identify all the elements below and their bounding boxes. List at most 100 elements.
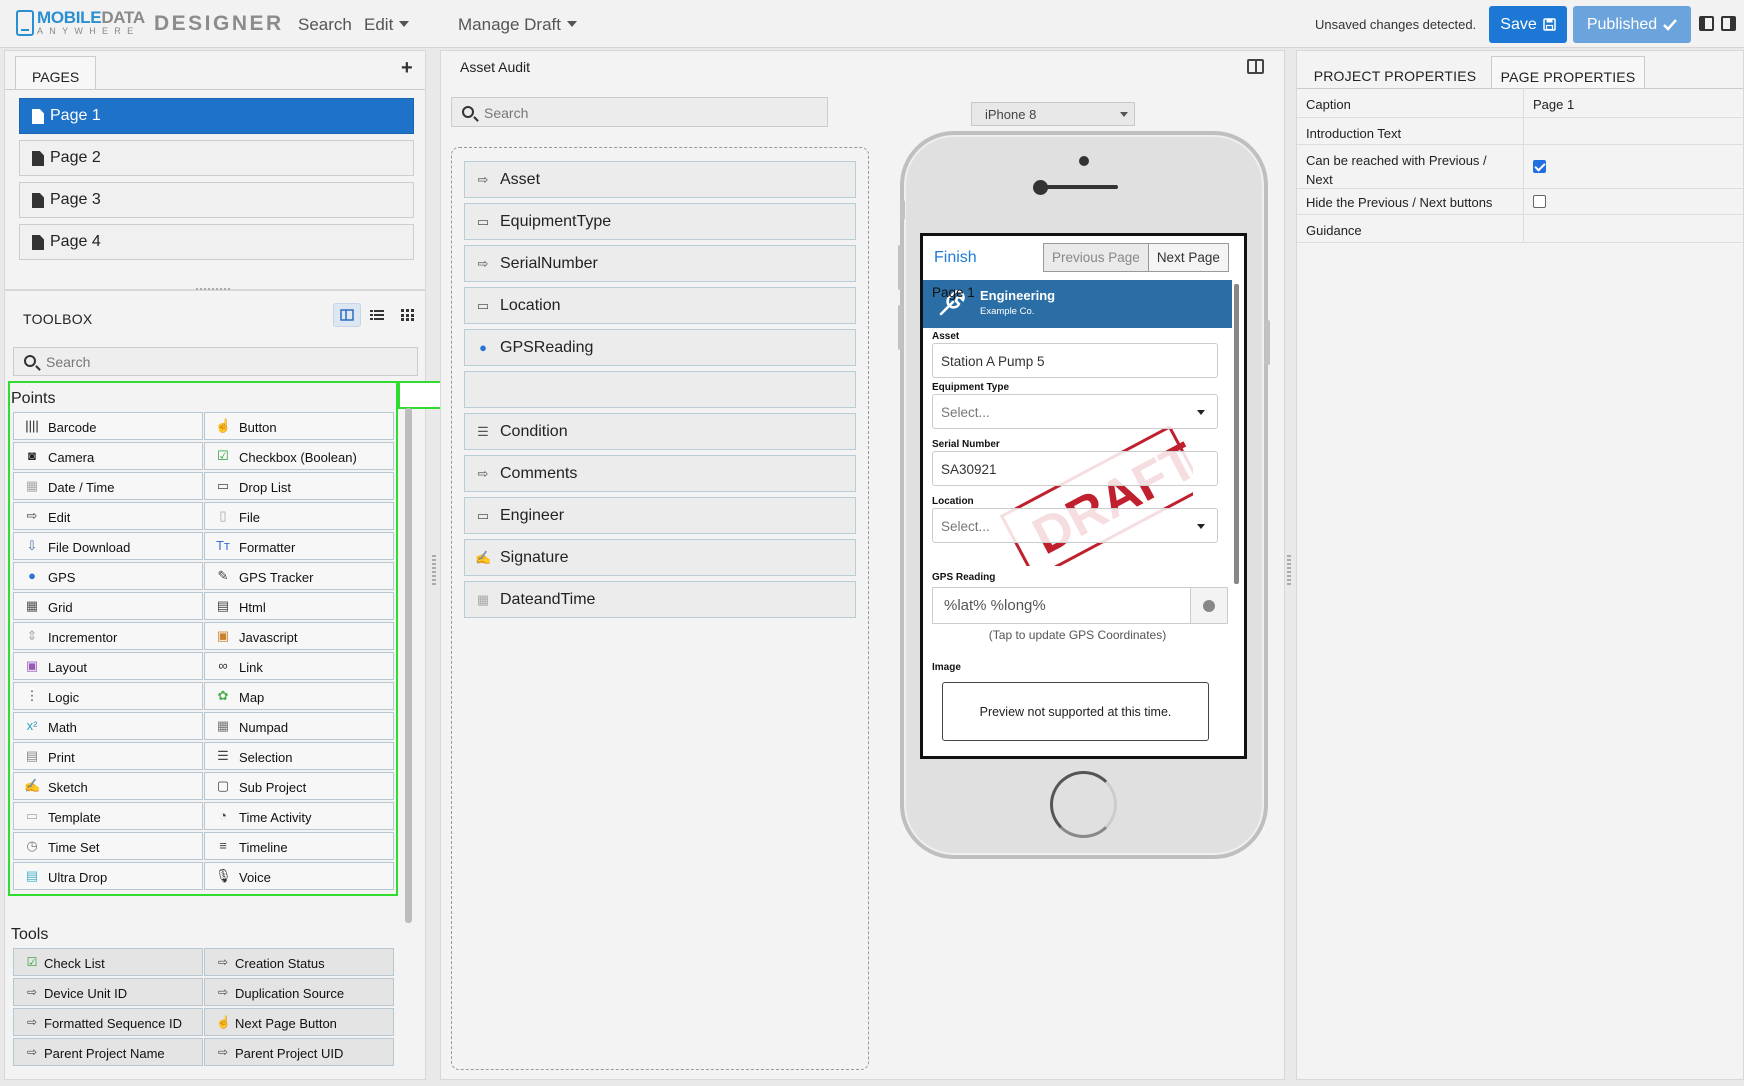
field-item-location[interactable]: ▭ Location <box>464 287 856 324</box>
tab-divider <box>5 89 425 90</box>
field-item-comments[interactable]: ⇨ Comments <box>464 455 856 492</box>
location-select[interactable]: Select... <box>932 508 1218 543</box>
split-view-button[interactable] <box>333 303 361 327</box>
tools-group-title: Tools <box>11 926 49 943</box>
nav-search[interactable]: Search <box>298 15 352 35</box>
field-item-label: EquipmentType <box>500 213 612 230</box>
intro-text-value[interactable] <box>1533 126 1733 142</box>
split-view-icon[interactable] <box>1247 59 1264 74</box>
tool-item-duplication-source[interactable]: ⇨ Duplication Source <box>204 978 394 1006</box>
phone-sensor <box>1033 180 1048 195</box>
field-item-gpsreading[interactable]: ● GPSReading <box>464 329 856 366</box>
tool-item-formatted-sequence-id[interactable]: ⇨ Formatted Sequence ID <box>13 1008 203 1036</box>
tool-item-label: Creation Status <box>235 956 325 971</box>
list-icon <box>370 310 384 320</box>
field-item-label: Location <box>500 297 561 314</box>
screen-scrollbar[interactable] <box>1234 284 1239 584</box>
page-item-2[interactable]: Page 2 <box>19 140 414 176</box>
right-sidebar-toggle-icon[interactable] <box>1721 16 1736 31</box>
gps-reading-field[interactable]: %lat% %long% <box>932 587 1191 624</box>
globe-icon[interactable] <box>1190 587 1228 624</box>
tab-pages[interactable]: PAGES <box>15 56 96 89</box>
page-navigation: Previous Page Next Page <box>1043 243 1229 272</box>
field-item-label: Engineer <box>500 507 565 524</box>
document-icon <box>32 109 44 124</box>
phone-power-button <box>1265 320 1270 365</box>
banner-subtitle: Example Co. <box>980 306 1035 317</box>
list-view-button[interactable] <box>363 303 391 327</box>
toolbox-search-input[interactable] <box>46 352 406 372</box>
field-item-image[interactable] <box>464 371 856 408</box>
image-label: Image <box>932 662 961 673</box>
nav-edit-menu[interactable]: Edit <box>364 15 410 35</box>
document-icon <box>32 193 44 208</box>
field-item-label: DateandTime <box>500 591 596 608</box>
project-title: Asset Audit <box>460 59 531 75</box>
equipment-type-label: Equipment Type <box>932 382 1010 393</box>
asset-field[interactable]: Station A Pump 5 <box>932 343 1218 378</box>
published-button[interactable]: Published <box>1573 6 1691 43</box>
floppy-disk-icon <box>1542 18 1556 31</box>
tool-item-label: Duplication Source <box>235 986 345 1001</box>
tool-item-next-page-button[interactable]: ☝ Next Page Button <box>204 1008 394 1036</box>
equipment-type-select[interactable]: Select... <box>932 394 1218 429</box>
next-page-button[interactable]: Next Page <box>1148 244 1228 271</box>
left-sidebar-toggle-icon[interactable] <box>1699 16 1714 31</box>
tool-item-parent-project-name[interactable]: ⇨ Parent Project Name <box>13 1038 203 1066</box>
chevron-down-icon <box>399 21 410 27</box>
previous-page-button[interactable]: Previous Page <box>1044 244 1149 271</box>
chevron-down-icon <box>1197 410 1205 415</box>
tag-icon: ⇨ <box>217 955 229 969</box>
tab-project-properties[interactable]: PROJECT PROPERTIES <box>1305 56 1485 89</box>
guidance-value[interactable] <box>1533 223 1733 239</box>
finish-link[interactable]: Finish <box>934 249 977 267</box>
field-item-condition[interactable]: ☰ Condition <box>464 413 856 450</box>
caption-value[interactable]: Page 1 <box>1533 97 1574 112</box>
chevron-down-icon <box>567 21 577 27</box>
calendar-icon: ▦ <box>476 592 490 607</box>
field-item-dateandtime[interactable]: ▦ DateandTime <box>464 581 856 618</box>
device-select[interactable]: iPhone 8 <box>971 102 1135 126</box>
tool-item-check-list[interactable]: ☑ Check List <box>13 948 203 976</box>
tool-item-parent-project-uid[interactable]: ⇨ Parent Project UID <box>204 1038 394 1066</box>
field-item-signature[interactable]: ✍ Signature <box>464 539 856 576</box>
tool-item-label: Parent Project Name <box>44 1046 165 1061</box>
properties-panel: PROJECT PROPERTIES PAGE PROPERTIES Capti… <box>1296 50 1744 1080</box>
grid-view-button[interactable] <box>393 303 421 327</box>
chevron-down-icon <box>1197 524 1205 529</box>
fields-search[interactable] <box>451 97 828 127</box>
field-item-serialnumber[interactable]: ⇨ SerialNumber <box>464 245 856 282</box>
tool-item-label: Device Unit ID <box>44 986 128 1001</box>
tag-icon: ⇨ <box>217 985 229 999</box>
tool-item-creation-status[interactable]: ⇨ Creation Status <box>204 948 394 976</box>
field-item-equipmenttype[interactable]: ▭ EquipmentType <box>464 203 856 240</box>
tool-item-device-unit-id[interactable]: ⇨ Device Unit ID <box>13 978 203 1006</box>
tag-icon: ⇨ <box>26 1045 38 1059</box>
left-splitter-handle[interactable] <box>432 555 436 585</box>
field-item-asset[interactable]: ⇨ Asset <box>464 161 856 198</box>
hide-buttons-checkbox[interactable] <box>1533 195 1546 208</box>
page-item-1[interactable]: Page 1 <box>19 98 414 134</box>
published-label: Published <box>1586 15 1658 33</box>
nav-manage-draft-menu[interactable]: Manage Draft <box>458 15 577 35</box>
logo-text-mobile: MOBILE <box>37 8 102 27</box>
phone-logo-icon <box>16 9 34 36</box>
tab-page-properties[interactable]: PAGE PROPERTIES <box>1491 56 1645 89</box>
page-item-4[interactable]: Page 4 <box>19 224 414 260</box>
add-page-plus-icon[interactable]: + <box>401 57 413 80</box>
page-item-label: Page 2 <box>50 149 101 166</box>
fields-search-input[interactable] <box>484 103 814 123</box>
serial-number-label: Serial Number <box>932 439 1000 450</box>
save-button[interactable]: Save <box>1489 6 1567 43</box>
toolbox-search[interactable] <box>13 347 418 376</box>
phone-side-button <box>900 200 905 220</box>
page-item-3[interactable]: Page 3 <box>19 182 414 218</box>
field-item-engineer[interactable]: ▭ Engineer <box>464 497 856 534</box>
toolbox-scrollbar[interactable] <box>405 408 412 923</box>
serial-number-field[interactable]: SA30921 <box>932 451 1218 486</box>
form-header: Finish Previous Page Next Page <box>923 236 1244 280</box>
prop-row-hide-buttons: Hide the Previous / Next buttons <box>1297 189 1744 215</box>
reachable-checkbox[interactable] <box>1533 160 1546 173</box>
right-splitter-handle[interactable] <box>1287 555 1291 585</box>
search-icon <box>462 106 474 118</box>
